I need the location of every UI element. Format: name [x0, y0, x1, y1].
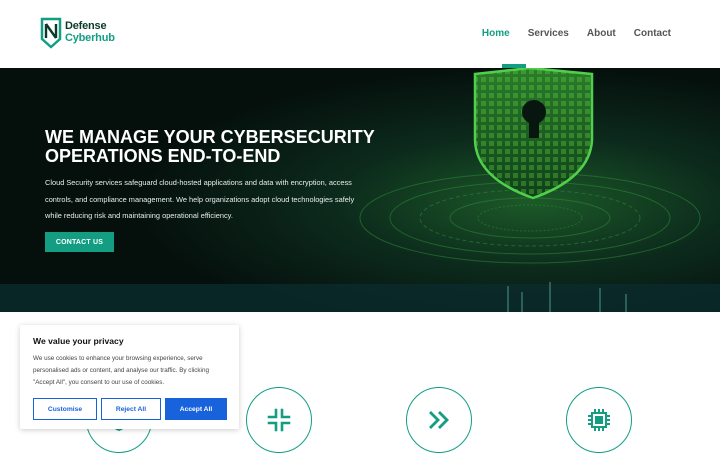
- main-nav: Home Services About Contact: [464, 28, 671, 39]
- site-header: Defense Cyberhub Home Services About Con…: [0, 0, 720, 68]
- hero-title-line-2: OPERATIONS END-TO-END: [45, 146, 281, 166]
- hero-title-line-1: WE MANAGE YOUR CYBERSECURITY: [45, 127, 375, 147]
- nav-home[interactable]: Home: [482, 28, 510, 39]
- cpu-chip-icon: [588, 409, 610, 431]
- feature-forward[interactable]: [406, 387, 472, 453]
- reject-all-button[interactable]: Reject All: [101, 398, 161, 420]
- brand-line-2: Cyberhub: [65, 32, 115, 44]
- accept-all-button[interactable]: Accept All: [165, 398, 227, 420]
- nav-services[interactable]: Services: [528, 28, 569, 39]
- nav-about[interactable]: About: [587, 28, 616, 39]
- hero-banner: WE MANAGE YOUR CYBERSECURITY OPERATIONS …: [0, 68, 720, 312]
- nav-contact[interactable]: Contact: [634, 28, 671, 39]
- brand-name: Defense Cyberhub: [65, 20, 115, 44]
- cookie-consent-banner: We value your privacy We use cookies to …: [20, 325, 239, 429]
- brand-line-1: Defense: [65, 20, 107, 32]
- contact-us-button[interactable]: CONTACT US: [45, 232, 114, 252]
- shield-n-logo-icon: [40, 17, 62, 49]
- cookie-body: We use cookies to enhance your browsing …: [33, 355, 209, 386]
- brand-logo[interactable]: Defense Cyberhub: [40, 17, 120, 49]
- active-nav-indicator: [502, 64, 526, 68]
- hero-description: Cloud Security services safeguard cloud-…: [45, 178, 355, 220]
- compress-arrows-icon: [267, 408, 291, 432]
- feature-compress[interactable]: [246, 387, 312, 453]
- feature-chip[interactable]: [566, 387, 632, 453]
- customise-button[interactable]: Customise: [33, 398, 97, 420]
- hero-title: WE MANAGE YOUR CYBERSECURITY OPERATIONS …: [45, 128, 375, 166]
- cookie-title: We value your privacy: [33, 336, 124, 346]
- double-chevron-right-icon: [429, 411, 449, 429]
